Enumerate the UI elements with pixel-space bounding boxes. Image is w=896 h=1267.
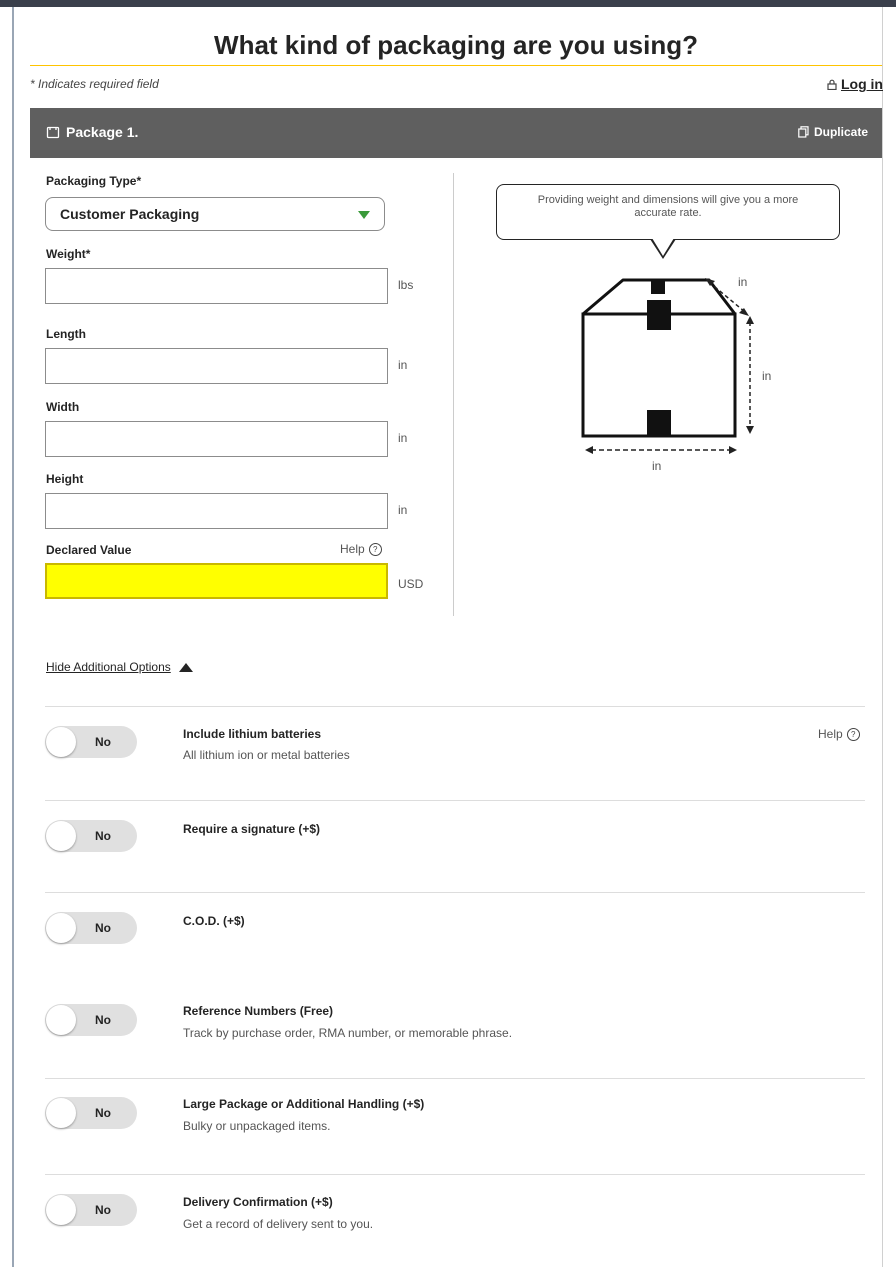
signature-toggle[interactable]: No (45, 820, 137, 852)
package-box-icon (581, 278, 754, 454)
bubble-tail-fill (652, 238, 674, 256)
hide-additional-options-link[interactable]: Hide Additional Options (46, 660, 193, 674)
login-link[interactable]: Log in (827, 76, 883, 92)
weight-label: Weight* (46, 247, 91, 261)
title-divider (30, 65, 882, 66)
hide-options-label[interactable]: Hide Additional Options (46, 660, 171, 674)
duplicate-icon (798, 126, 809, 138)
option-title: Include lithium batteries (183, 727, 322, 741)
package-header: Package 1. Duplicate (30, 108, 882, 158)
toggle-knob (46, 1005, 76, 1035)
options-divider (45, 892, 865, 893)
option-title: Delivery Confirmation (+$) (183, 1195, 333, 1209)
declared-value-label: Declared Value (46, 543, 132, 557)
window-top-bar (0, 0, 896, 7)
options-divider (45, 800, 865, 801)
large-package-toggle[interactable]: No (45, 1097, 137, 1129)
length-input[interactable] (45, 348, 388, 384)
frame-right-border (882, 7, 883, 1267)
dropdown-arrow-icon (358, 211, 370, 219)
toggle-knob (46, 1195, 76, 1225)
weight-unit: lbs (398, 278, 414, 292)
option-title: Reference Numbers (Free) (183, 1004, 334, 1018)
reference-numbers-toggle[interactable]: No (45, 1004, 137, 1036)
packaging-type-value: Customer Packaging (60, 206, 200, 222)
declared-value-input[interactable] (45, 563, 388, 599)
duplicate-label[interactable]: Duplicate (814, 125, 868, 139)
option-title: Large Package or Additional Handling (+$… (183, 1097, 425, 1111)
packaging-type-label: Packaging Type* (46, 174, 142, 188)
toggle-state: No (95, 1013, 111, 1027)
depth-unit-label: in (738, 275, 748, 289)
collapse-arrow-icon (178, 662, 193, 672)
options-divider (45, 706, 865, 707)
weight-input[interactable] (45, 268, 388, 304)
option-description: Get a record of delivery sent to you. (183, 1217, 374, 1231)
toggle-knob (46, 727, 76, 757)
toggle-state: No (95, 921, 111, 935)
height-input[interactable] (45, 493, 388, 529)
frame-left-border (12, 7, 14, 1267)
height-label: Height (46, 472, 84, 486)
package-icon (46, 126, 60, 139)
toggle-knob (46, 1098, 76, 1128)
option-title: C.O.D. (+$) (183, 914, 245, 928)
page-title: What kind of packaging are you using? (214, 30, 698, 60)
width-unit: in (398, 431, 408, 445)
option-description: Bulky or unpackaged items. (183, 1119, 331, 1133)
required-field-note: * Indicates required field (30, 77, 159, 91)
cod-toggle[interactable]: No (45, 912, 137, 944)
duplicate-button[interactable]: Duplicate (798, 125, 868, 139)
column-divider (453, 173, 454, 616)
dimension-tip-bubble: Providing weight and dimensions will giv… (496, 184, 840, 240)
width-input[interactable] (45, 421, 388, 457)
options-divider (45, 1078, 865, 1079)
lithium-help[interactable]: Help ? (818, 727, 860, 741)
toggle-state: No (95, 735, 111, 749)
package-title: Package 1. (46, 124, 138, 140)
toggle-state: No (95, 829, 111, 843)
delivery-confirmation-toggle[interactable]: No (45, 1194, 137, 1226)
help-icon[interactable]: ? (368, 542, 382, 556)
packaging-type-select[interactable]: Customer Packaging (45, 197, 385, 231)
option-description: Track by purchase order, RMA number, or … (183, 1026, 513, 1040)
package-title-label: Package 1. (66, 124, 139, 140)
option-title: Require a signature (+$) (183, 822, 321, 836)
login-label[interactable]: Log in (841, 76, 883, 92)
lithium-batteries-toggle[interactable]: No (45, 726, 137, 758)
help-icon[interactable]: ? (846, 727, 860, 741)
height-unit: in (398, 503, 408, 517)
length-unit: in (398, 358, 408, 372)
option-description: All lithium ion or metal batteries (183, 748, 350, 762)
help-label[interactable]: Help (818, 727, 843, 741)
width-label: Width (46, 400, 80, 414)
declared-value-unit: USD (398, 577, 424, 591)
toggle-state: No (95, 1203, 111, 1217)
length-label: Length (46, 327, 86, 341)
width-unit-label: in (652, 459, 662, 473)
toggle-state: No (95, 1106, 111, 1120)
toggle-knob (46, 821, 76, 851)
options-divider (45, 1174, 865, 1175)
declared-value-help[interactable]: Help ? (340, 542, 382, 556)
help-label[interactable]: Help (340, 542, 365, 556)
toggle-knob (46, 913, 76, 943)
height-unit-label: in (762, 369, 772, 383)
lock-icon (827, 79, 837, 90)
